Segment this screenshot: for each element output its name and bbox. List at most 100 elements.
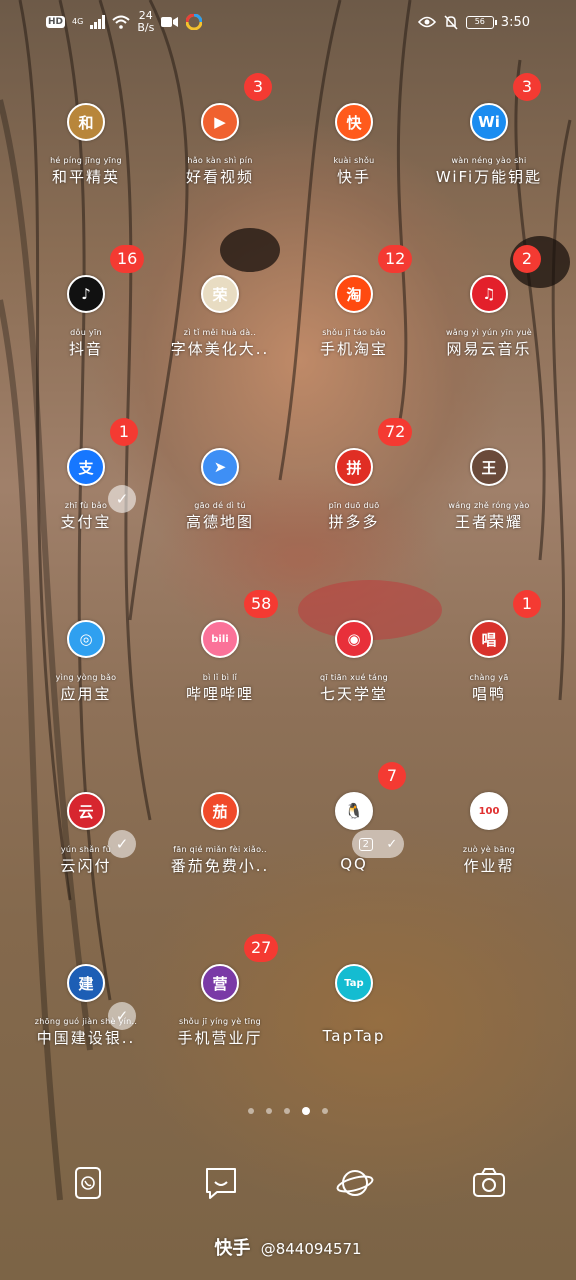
page-dot[interactable] (266, 1108, 272, 1114)
app-label: 支付宝 (60, 513, 112, 531)
app-label: 快手 (336, 168, 371, 186)
app-pinyin: chàng yā (469, 673, 509, 682)
app-pinyin: fān qié miǎn fèi xiǎo.. (173, 845, 267, 854)
app-pinyin: hé píng jīng yīng (50, 156, 122, 165)
app-icon[interactable]: 淘 (335, 275, 373, 313)
app-pinyin (294, 1017, 414, 1027)
eye-comfort-icon (417, 16, 436, 28)
page-dot[interactable] (322, 1108, 328, 1114)
camera-icon[interactable] (470, 1164, 508, 1202)
status-bar-right: 56 3:50 (417, 14, 530, 30)
notification-badge: 7 (378, 762, 406, 790)
app-icon[interactable]: 100 (470, 792, 508, 830)
app-icon[interactable]: 唱 (470, 620, 508, 658)
app-icon[interactable]: ◎ (67, 620, 105, 658)
app-label: 哔哩哔哩 (185, 685, 254, 703)
app-icon[interactable]: 支 (67, 448, 105, 486)
page-indicator[interactable] (0, 1107, 576, 1115)
twin-app-marker: 2 ✓ (352, 830, 404, 858)
app-pinyin: dǒu yīn (70, 328, 102, 337)
app-4[interactable]: ♪ 16 dǒu yīn 抖音 (26, 245, 146, 359)
app-icon[interactable]: 快 (335, 103, 373, 141)
app-21[interactable]: 营 27 shǒu jī yíng yè tīng 手机营业厅 (160, 934, 280, 1048)
app-label: 拼多多 (328, 513, 380, 531)
app-icon[interactable]: ♫ (470, 275, 508, 313)
notification-badge: 16 (110, 245, 145, 273)
verified-check-icon: ✓ (108, 830, 136, 858)
app-label: 和平精英 (51, 168, 120, 186)
app-icon[interactable]: 云 (67, 792, 105, 830)
app-icon[interactable]: 茄 (201, 792, 239, 830)
app-13[interactable]: bili 58 bì lǐ bì lǐ 哔哩哔哩 (160, 590, 280, 704)
check-icon: ✓ (386, 836, 398, 852)
app-0[interactable]: 和 hé píng jīng yīng 和平精英 (26, 103, 146, 187)
notification-badge: 27 (244, 934, 279, 962)
app-icon[interactable]: Tap (335, 964, 373, 1002)
network-speed: 24 B/s (137, 10, 154, 34)
app-icon[interactable]: bili (201, 620, 239, 658)
watermark-handle: @844094571 (260, 1240, 362, 1258)
wifi-icon (112, 15, 130, 29)
app-icon[interactable]: 营 (201, 964, 239, 1002)
page-dot-active[interactable] (302, 1107, 310, 1115)
app-icon[interactable]: 🐧 (335, 792, 373, 830)
notification-badge: 72 (378, 418, 413, 446)
app-10[interactable]: 拼 72 pīn duō duō 拼多多 (294, 418, 414, 532)
signal-icon (90, 15, 106, 29)
app-label: 字体美化大.. (170, 340, 270, 358)
messages-icon[interactable] (202, 1164, 240, 1202)
app-label: 唱鸭 (471, 685, 506, 703)
app-icon[interactable]: 和 (67, 103, 105, 141)
app-11[interactable]: 王 wáng zhě róng yào 王者荣耀 (429, 448, 549, 532)
app-pinyin: gāo dé dì tú (194, 501, 246, 510)
app-icon[interactable]: 拼 (335, 448, 373, 486)
app-6[interactable]: 淘 12 shǒu jī táo bǎo 手机淘宝 (294, 245, 414, 359)
app-icon[interactable]: 王 (470, 448, 508, 486)
app-1[interactable]: ▶ 3 hǎo kàn shì pín 好看视频 (160, 73, 280, 187)
app-notification-icon (186, 14, 203, 30)
app-label: TapTap (322, 1027, 386, 1045)
video-recorder-icon (161, 17, 179, 27)
notification-badge: 2 (513, 245, 541, 273)
app-pinyin: wàn néng yào shi (451, 156, 527, 165)
app-3[interactable]: Wi 3 wàn néng yào shi WiFi万能钥匙 (429, 73, 549, 187)
verified-check-icon: ✓ (108, 1002, 136, 1030)
status-bar: HD 4G 24 B/s 56 3:50 (0, 0, 576, 44)
app-5[interactable]: 荣 zì tǐ měi huà dà.. 字体美化大.. (160, 275, 280, 359)
page-dot[interactable] (284, 1108, 290, 1114)
app-label: 手机淘宝 (319, 340, 388, 358)
app-label: QQ (340, 855, 368, 873)
app-14[interactable]: ◉ qī tiān xué táng 七天学堂 (294, 620, 414, 704)
app-pinyin: zì tǐ měi huà dà.. (183, 328, 257, 337)
app-icon[interactable]: 荣 (201, 275, 239, 313)
notification-badge: 3 (244, 73, 272, 101)
notification-badge: 1 (513, 590, 541, 618)
app-icon[interactable]: ➤ (201, 448, 239, 486)
app-icon[interactable]: ◉ (335, 620, 373, 658)
app-15[interactable]: 唱 1 chàng yā 唱鸭 (429, 590, 549, 704)
battery-icon: 56 (465, 15, 497, 29)
app-label: 高德地图 (185, 513, 254, 531)
app-pinyin: wáng zhě róng yào (448, 501, 530, 510)
notification-badge: 12 (378, 245, 413, 273)
app-7[interactable]: ♫ 2 wǎng yì yún yīn yuè 网易云音乐 (429, 245, 549, 359)
app-22[interactable]: Tap TapTap (294, 964, 414, 1045)
app-icon[interactable]: ▶ (201, 103, 239, 141)
app-9[interactable]: ➤ gāo dé dì tú 高德地图 (160, 448, 280, 532)
app-icon[interactable]: ♪ (67, 275, 105, 313)
verified-check-icon: ✓ (108, 485, 136, 513)
app-pinyin: zuò yè bāng (462, 845, 516, 854)
phone-icon[interactable] (69, 1164, 107, 1202)
app-icon[interactable]: 建 (67, 964, 105, 1002)
page-dot[interactable] (248, 1108, 254, 1114)
app-label: 抖音 (68, 340, 103, 358)
app-19[interactable]: 100 zuò yè bāng 作业帮 (429, 792, 549, 876)
browser-icon[interactable] (336, 1164, 374, 1202)
app-label: 网易云音乐 (446, 340, 532, 358)
app-icon[interactable]: Wi (470, 103, 508, 141)
notification-badge: 58 (244, 590, 279, 618)
app-pinyin: yìng yòng bǎo (55, 673, 117, 682)
app-2[interactable]: 快 kuài shǒu 快手 (294, 103, 414, 187)
app-17[interactable]: 茄 fān qié miǎn fèi xiǎo.. 番茄免费小.. (160, 792, 280, 876)
app-12[interactable]: ◎ yìng yòng bǎo 应用宝 (26, 620, 146, 704)
